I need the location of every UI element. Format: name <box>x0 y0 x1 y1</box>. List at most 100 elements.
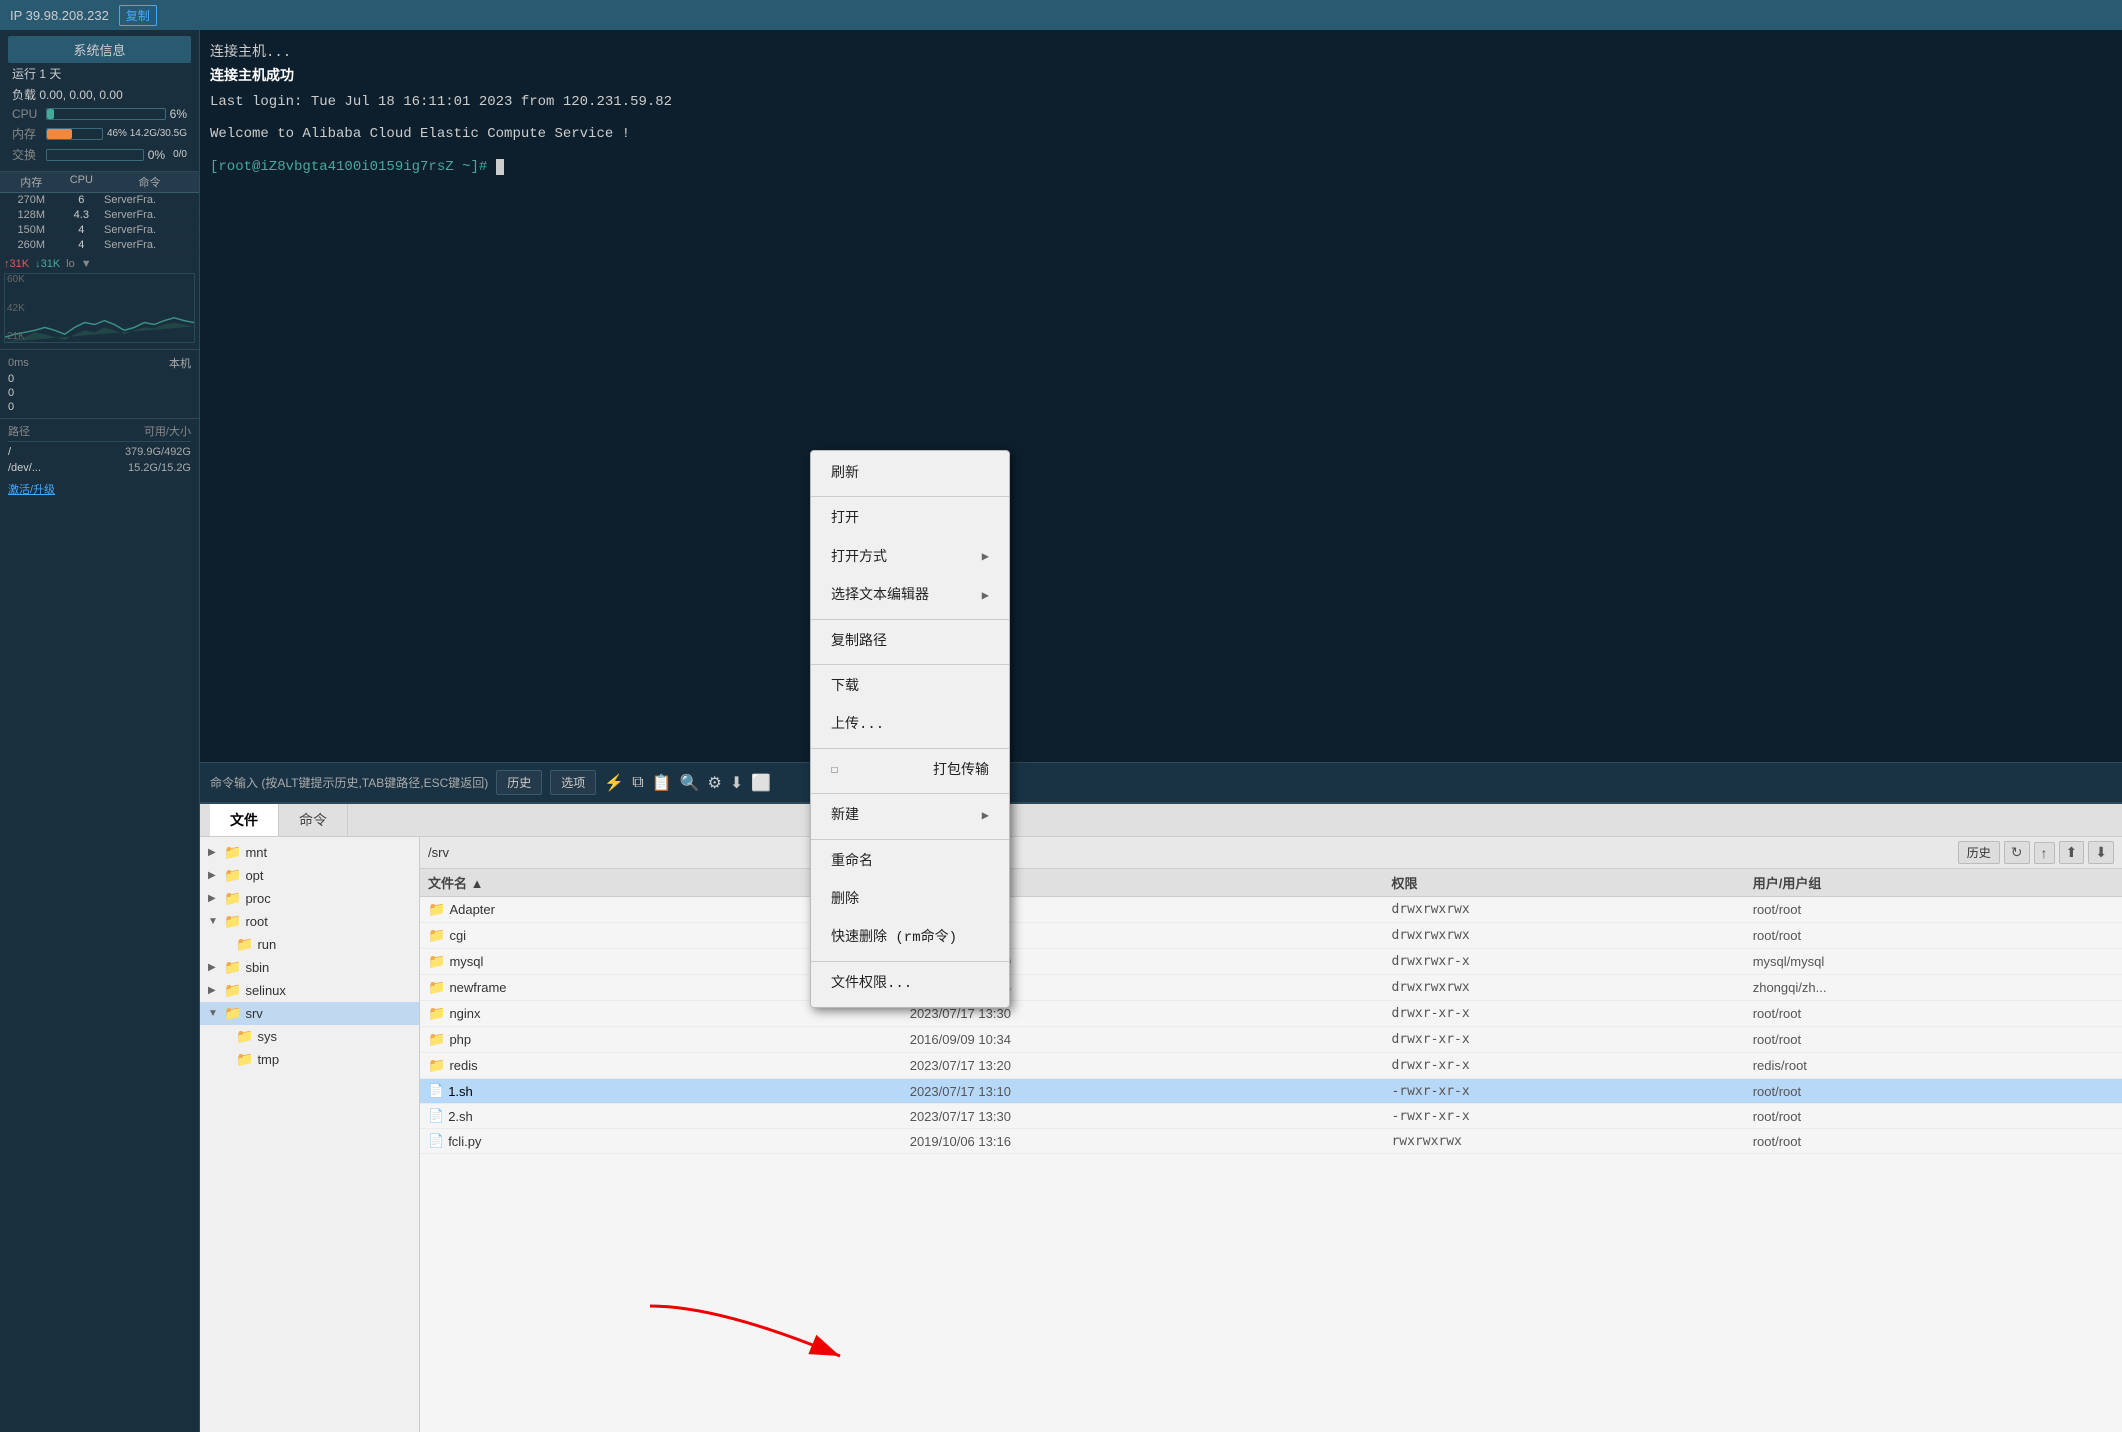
search-icon[interactable]: 🔍 <box>680 773 700 793</box>
terminal-line-2: 连接主机成功 <box>210 66 2112 88</box>
copy-icon[interactable]: ⧉ <box>632 774 643 792</box>
proc-col-cpu: CPU <box>59 174 104 190</box>
file-perm: drwxrwxrwx <box>1391 980 1752 995</box>
options-button[interactable]: 选项 <box>550 770 596 795</box>
upload2-btn[interactable]: ⬆ <box>2059 841 2085 864</box>
tree-item[interactable]: 📁 tmp <box>200 1048 419 1071</box>
chart-label-42k: 42K <box>7 303 25 314</box>
refresh-btn[interactable]: ↻ <box>2004 841 2030 864</box>
file-row[interactable]: 📁 php 2016/09/09 10:34 drwxr-xr-x root/r… <box>420 1027 2122 1053</box>
menu-pack-transfer[interactable]: ☐ 打包传输 <box>811 752 1009 790</box>
proc-mem: 270M <box>4 194 59 206</box>
proc-mem: 150M <box>4 224 59 236</box>
tree-item[interactable]: ▶ 📁 proc <box>200 887 419 910</box>
menu-refresh[interactable]: 刷新 <box>811 455 1009 493</box>
tree-item[interactable]: ▶ 📁 sbin <box>200 956 419 979</box>
tree-item[interactable]: ▶ 📁 opt <box>200 864 419 887</box>
history-button[interactable]: 历史 <box>496 770 542 795</box>
settings-icon[interactable]: ⚙ <box>707 773 721 793</box>
file-tabs: 文件 命令 <box>200 804 2122 837</box>
tree-item[interactable]: ▼ 📁 srv <box>200 1002 419 1025</box>
maximize-icon[interactable]: ⬜ <box>751 773 771 793</box>
cpu-label: CPU <box>12 107 42 121</box>
expand-icon: ▶ <box>208 962 220 973</box>
proc-mem: 260M <box>4 239 59 251</box>
file-row[interactable]: 📁 Adapter 2018/11/16 15:29 drwxrwxrwx ro… <box>420 897 2122 923</box>
proc-cmd: ServerFra. <box>104 209 195 221</box>
file-history-button[interactable]: 历史 <box>1958 841 2000 864</box>
network-stats-row: ↑31K ↓31K lo ▼ <box>4 257 195 271</box>
menu-copy-path-label: 复制路径 <box>831 631 887 653</box>
download-file-btn[interactable]: ⬇ <box>2088 841 2114 864</box>
folder-icon: 📁 <box>428 1005 445 1022</box>
menu-download[interactable]: 下载 <box>811 668 1009 706</box>
tree-item[interactable]: 📁 sys <box>200 1025 419 1048</box>
file-name: 📄 2.sh <box>428 1108 910 1124</box>
tree-item[interactable]: ▼ 📁 root <box>200 910 419 933</box>
copy-ip-button[interactable]: 复制 <box>119 5 157 26</box>
tree-item[interactable]: ▶ 📁 selinux <box>200 979 419 1002</box>
file-tree[interactable]: ▶ 📁 mnt ▶ 📁 opt ▶ 📁 proc ▼ 📁 root 📁 run … <box>200 837 420 1432</box>
file-row[interactable]: 📄 1.sh 2023/07/17 13:10 -rwxr-xr-x root/… <box>420 1079 2122 1104</box>
ping-value-1: 0 <box>8 373 14 385</box>
menu-text-editor[interactable]: 选择文本编辑器 ▶ <box>811 577 1009 615</box>
file-row[interactable]: 📁 redis 2023/07/17 13:20 drwxr-xr-x redi… <box>420 1053 2122 1079</box>
swap-progress <box>46 149 144 161</box>
file-row[interactable]: 📁 cgi 2019/01/08 09:11 drwxrwxrwx root/r… <box>420 923 2122 949</box>
menu-delete[interactable]: 删除 <box>811 881 1009 919</box>
file-list-body[interactable]: 📁 Adapter 2018/11/16 15:29 drwxrwxrwx ro… <box>420 897 2122 1432</box>
file-perm: drwxr-xr-x <box>1391 1058 1752 1073</box>
upgrade-button[interactable]: 激活/升级 <box>0 480 63 500</box>
menu-rename[interactable]: 重命名 <box>811 843 1009 881</box>
tab-command[interactable]: 命令 <box>279 804 348 836</box>
terminal-toolbar: 命令输入 (按ALT键提示历史,TAB键路径,ESC键返回) 历史 选项 ⚡ ⧉… <box>200 762 2122 802</box>
clipboard-icon[interactable]: 📋 <box>652 773 672 793</box>
menu-upload[interactable]: 上传... <box>811 706 1009 744</box>
file-row[interactable]: 📄 2.sh 2023/07/17 13:30 -rwxr-xr-x root/… <box>420 1104 2122 1129</box>
proc-row: 150M 4 ServerFra. <box>0 223 199 238</box>
download-icon[interactable]: ⬇ <box>730 773 743 793</box>
menu-open-with[interactable]: 打开方式 ▶ <box>811 539 1009 577</box>
lightning-icon[interactable]: ⚡ <box>604 773 624 793</box>
menu-copy-path[interactable]: 复制路径 <box>811 623 1009 661</box>
proc-row: 128M 4.3 ServerFra. <box>0 208 199 223</box>
menu-open[interactable]: 打开 <box>811 500 1009 538</box>
tree-item-label: sbin <box>245 960 269 975</box>
file-row[interactable]: 📁 mysql 2023/07/17 13:20 drwxrwxr-x mysq… <box>420 949 2122 975</box>
upload-btn[interactable]: ↑ <box>2034 842 2055 864</box>
upgrade-section: 激活/升级 <box>0 480 199 498</box>
ping-value-2: 0 <box>8 387 14 399</box>
tree-item[interactable]: 📁 run <box>200 933 419 956</box>
context-menu[interactable]: 刷新 打开 打开方式 ▶ 选择文本编辑器 ▶ <box>810 450 1010 1008</box>
tree-item-label: root <box>245 914 267 929</box>
tree-item-label: opt <box>245 868 263 883</box>
net-dropdown-arrow[interactable]: ▼ <box>81 258 92 270</box>
tree-item-label: proc <box>245 891 270 906</box>
proc-col-cmd: 命令 <box>104 174 195 190</box>
file-perm: drwxrwxr-x <box>1391 954 1752 969</box>
sysinfo-button[interactable]: 系统信息 <box>8 36 191 63</box>
ping-section: 0ms 本机 0 0 0 <box>0 350 199 419</box>
disk-row: /dev/... 15.2G/15.2G <box>8 460 191 476</box>
menu-sep-4 <box>811 748 1009 749</box>
tab-file[interactable]: 文件 <box>210 804 279 836</box>
terminal-prompt-line: [root@iZ8vbgta4100i0159ig7rsZ ~]# <box>210 156 2112 178</box>
menu-new[interactable]: 新建 ▶ <box>811 797 1009 835</box>
file-user: mysql/mysql <box>1753 954 2114 969</box>
file-row[interactable]: 📄 fcli.py 2019/10/06 13:16 rwxrwxrwx roo… <box>420 1129 2122 1154</box>
file-user: root/root <box>1753 1032 2114 1047</box>
top-bar: IP 39.98.208.232 复制 <box>0 0 2122 30</box>
ping-host: 本机 <box>169 355 191 371</box>
menu-file-perm[interactable]: 文件权限... <box>811 965 1009 1003</box>
file-user: root/root <box>1753 1084 2114 1099</box>
menu-quick-delete[interactable]: 快速删除 (rm命令) <box>811 919 1009 957</box>
file-row[interactable]: 📁 nginx 2023/07/17 13:30 drwxr-xr-x root… <box>420 1001 2122 1027</box>
menu-pack-checkbox: ☐ <box>831 761 838 780</box>
chart-labels: 60K 42K 21K <box>7 274 25 342</box>
tree-item[interactable]: ▶ 📁 mnt <box>200 841 419 864</box>
proc-table: 270M 6 ServerFra. 128M 4.3 ServerFra. 15… <box>0 193 199 253</box>
disk-row: / 379.9G/492G <box>8 444 191 460</box>
terminal-content[interactable]: 连接主机... 连接主机成功 Last login: Tue Jul 18 16… <box>200 30 2122 762</box>
file-row[interactable]: 📁 newframe 2019/05/25 00:15 drwxrwxrwx z… <box>420 975 2122 1001</box>
disk-path-val: /dev/... <box>8 462 41 474</box>
